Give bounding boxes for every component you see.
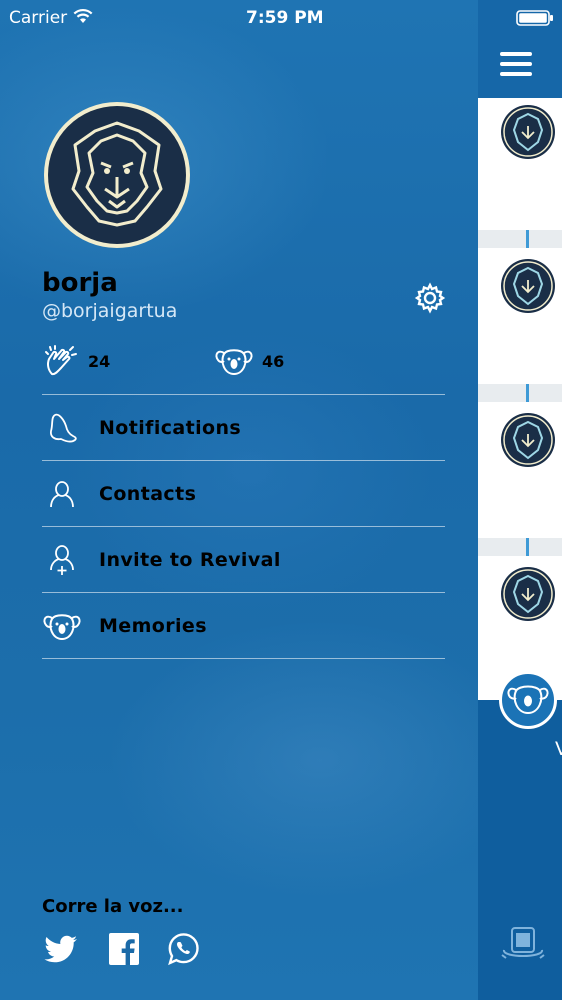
- twitter-icon[interactable]: [42, 930, 80, 968]
- lion-avatar-icon: [501, 105, 555, 159]
- koalas-stat: 46: [214, 345, 284, 377]
- feed-divider: [478, 384, 562, 402]
- menu-label-invite: Invite to Revival: [99, 548, 281, 571]
- profile-avatar[interactable]: [43, 101, 191, 249]
- profile-name: borja: [42, 268, 118, 298]
- person-icon: [42, 474, 82, 514]
- camera-switch-icon[interactable]: [500, 924, 546, 964]
- menu-item-notifications[interactable]: Notifications: [42, 394, 445, 460]
- status-bar: Carrier 7:59 PM: [0, 0, 562, 36]
- carrier-label: Carrier: [9, 8, 68, 28]
- menu-item-invite[interactable]: Invite to Revival: [42, 526, 445, 592]
- feed-divider: [478, 230, 562, 248]
- whatsapp-icon[interactable]: [164, 930, 202, 968]
- bell-icon: [42, 408, 82, 448]
- settings-gear-icon[interactable]: [414, 282, 446, 314]
- main-screen-peek[interactable]: V: [478, 0, 562, 1000]
- menu-label-notifications: Notifications: [99, 416, 242, 439]
- feed-divider: [478, 538, 562, 556]
- clapping-hands-icon: [45, 345, 77, 376]
- clock: 7:59 PM: [246, 8, 324, 28]
- wifi-icon: [73, 9, 93, 23]
- koala-icon: [42, 606, 82, 646]
- lion-avatar-icon: [501, 567, 555, 621]
- share-label: Corre la voz...: [42, 896, 184, 917]
- menu-item-memories[interactable]: Memories: [42, 592, 445, 659]
- claps-count: 24: [88, 351, 111, 371]
- battery-icon: [516, 10, 553, 26]
- menu-item-contacts[interactable]: Contacts: [42, 460, 445, 526]
- hamburger-menu-icon[interactable]: [500, 52, 532, 78]
- panel-partial-text: V: [555, 738, 562, 760]
- facebook-icon[interactable]: [106, 930, 144, 968]
- koala-icon: [215, 349, 253, 376]
- koalas-count: 46: [262, 351, 285, 371]
- claps-stat: 24: [44, 345, 110, 377]
- profile-handle: @borjaigartua: [42, 300, 178, 322]
- lion-avatar-icon: [501, 413, 555, 467]
- drawer-menu: Notifications Contacts Invite to Revival: [42, 394, 445, 659]
- koala-badge-icon[interactable]: [499, 671, 557, 729]
- add-person-icon: [42, 540, 82, 580]
- menu-label-memories: Memories: [99, 614, 207, 637]
- menu-label-contacts: Contacts: [99, 482, 197, 505]
- lion-avatar-icon: [501, 259, 555, 313]
